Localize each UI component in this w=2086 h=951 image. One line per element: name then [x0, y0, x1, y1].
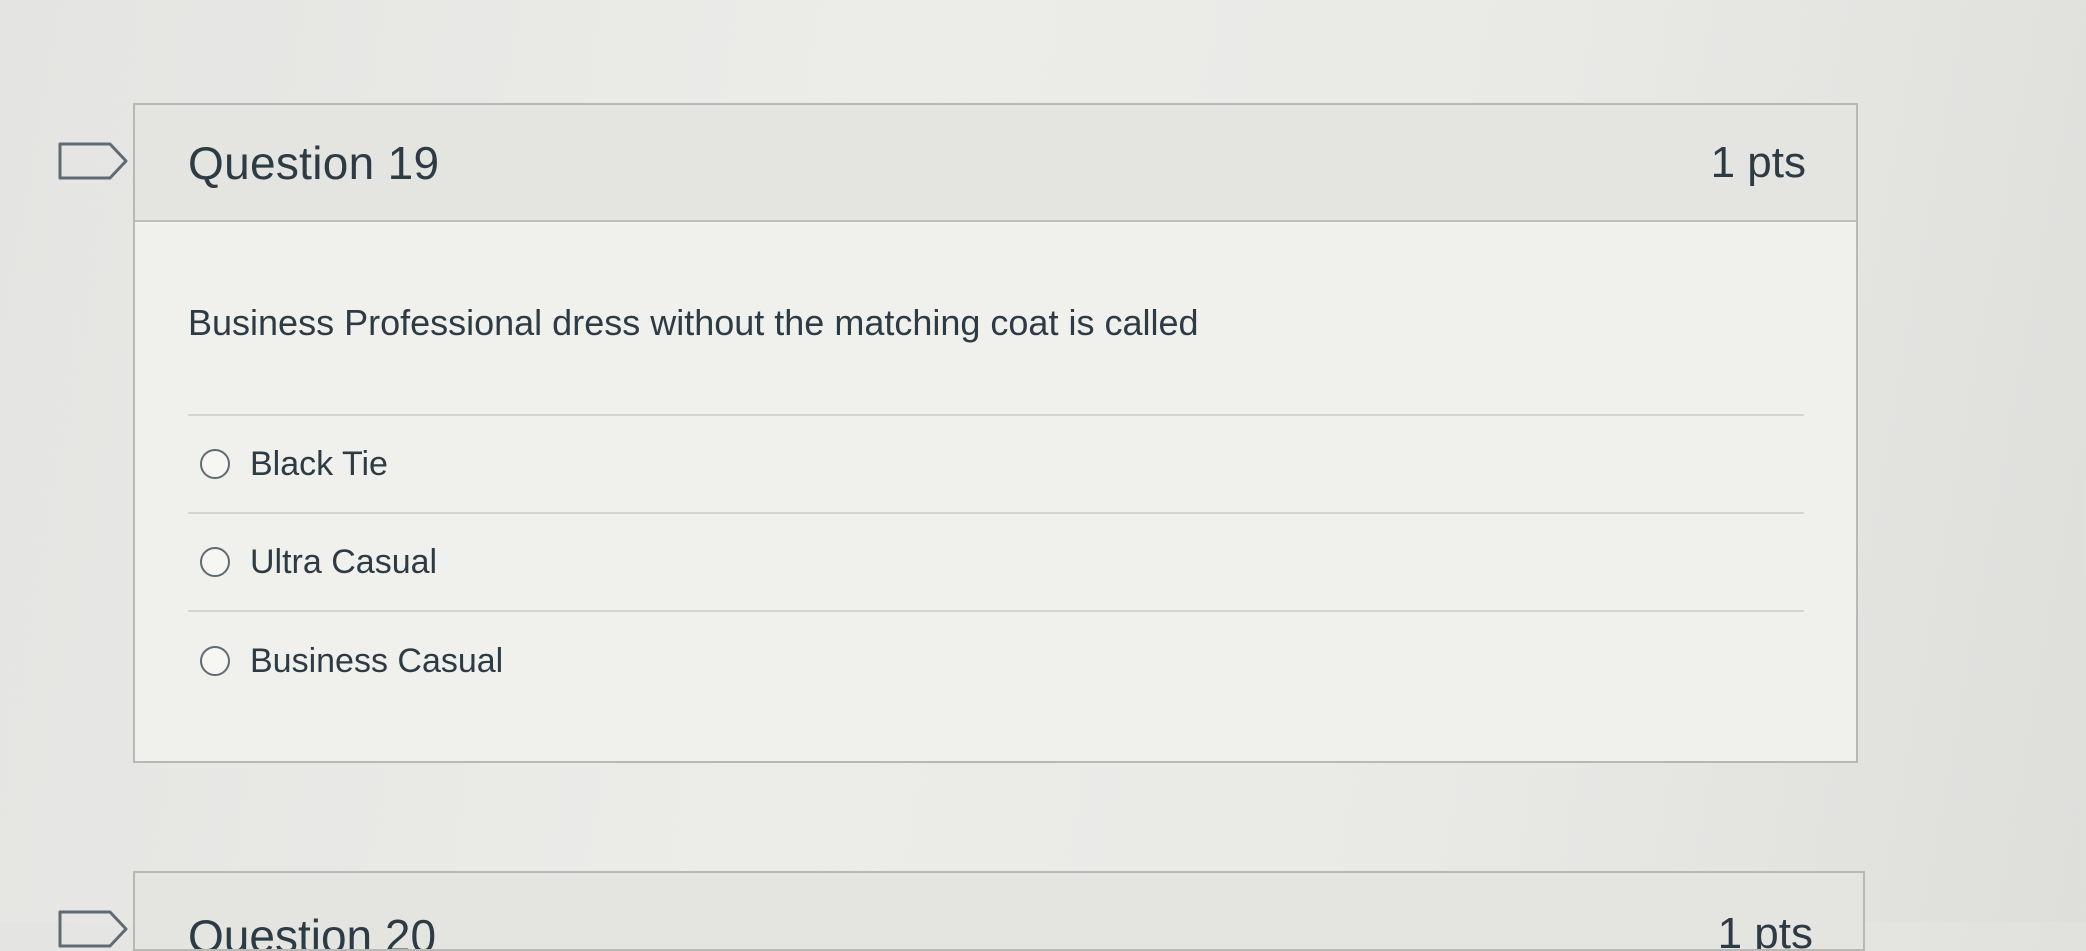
radio-unchecked-icon[interactable] [200, 547, 230, 577]
answer-label[interactable]: Business Casual [250, 642, 503, 681]
question-text: Business Professional dress without the … [188, 302, 1804, 416]
answer-list: Black Tie Ultra Casual Business Casual [188, 416, 1804, 710]
question-card: Question 19 1 pts Business Professional … [133, 103, 1858, 763]
question-body: Business Professional dress without the … [135, 222, 1856, 710]
next-question-card: Question 20 1 pts [133, 871, 1865, 951]
answer-option[interactable]: Business Casual [188, 612, 1804, 710]
flag-question-icon[interactable] [58, 142, 128, 180]
answer-label[interactable]: Black Tie [250, 445, 388, 484]
question-title: Question 19 [188, 136, 440, 189]
answer-option[interactable]: Ultra Casual [188, 514, 1804, 612]
radio-unchecked-icon[interactable] [200, 646, 230, 676]
radio-unchecked-icon[interactable] [200, 449, 230, 479]
question-points: 1 pts [1710, 137, 1806, 187]
answer-label[interactable]: Ultra Casual [250, 543, 437, 582]
flag-question-icon[interactable] [58, 910, 128, 948]
question-header: Question 19 1 pts [135, 105, 1856, 222]
next-question-points: 1 pts [1717, 909, 1813, 951]
next-question-title: Question 20 [188, 910, 437, 951]
answer-option[interactable]: Black Tie [188, 416, 1804, 514]
